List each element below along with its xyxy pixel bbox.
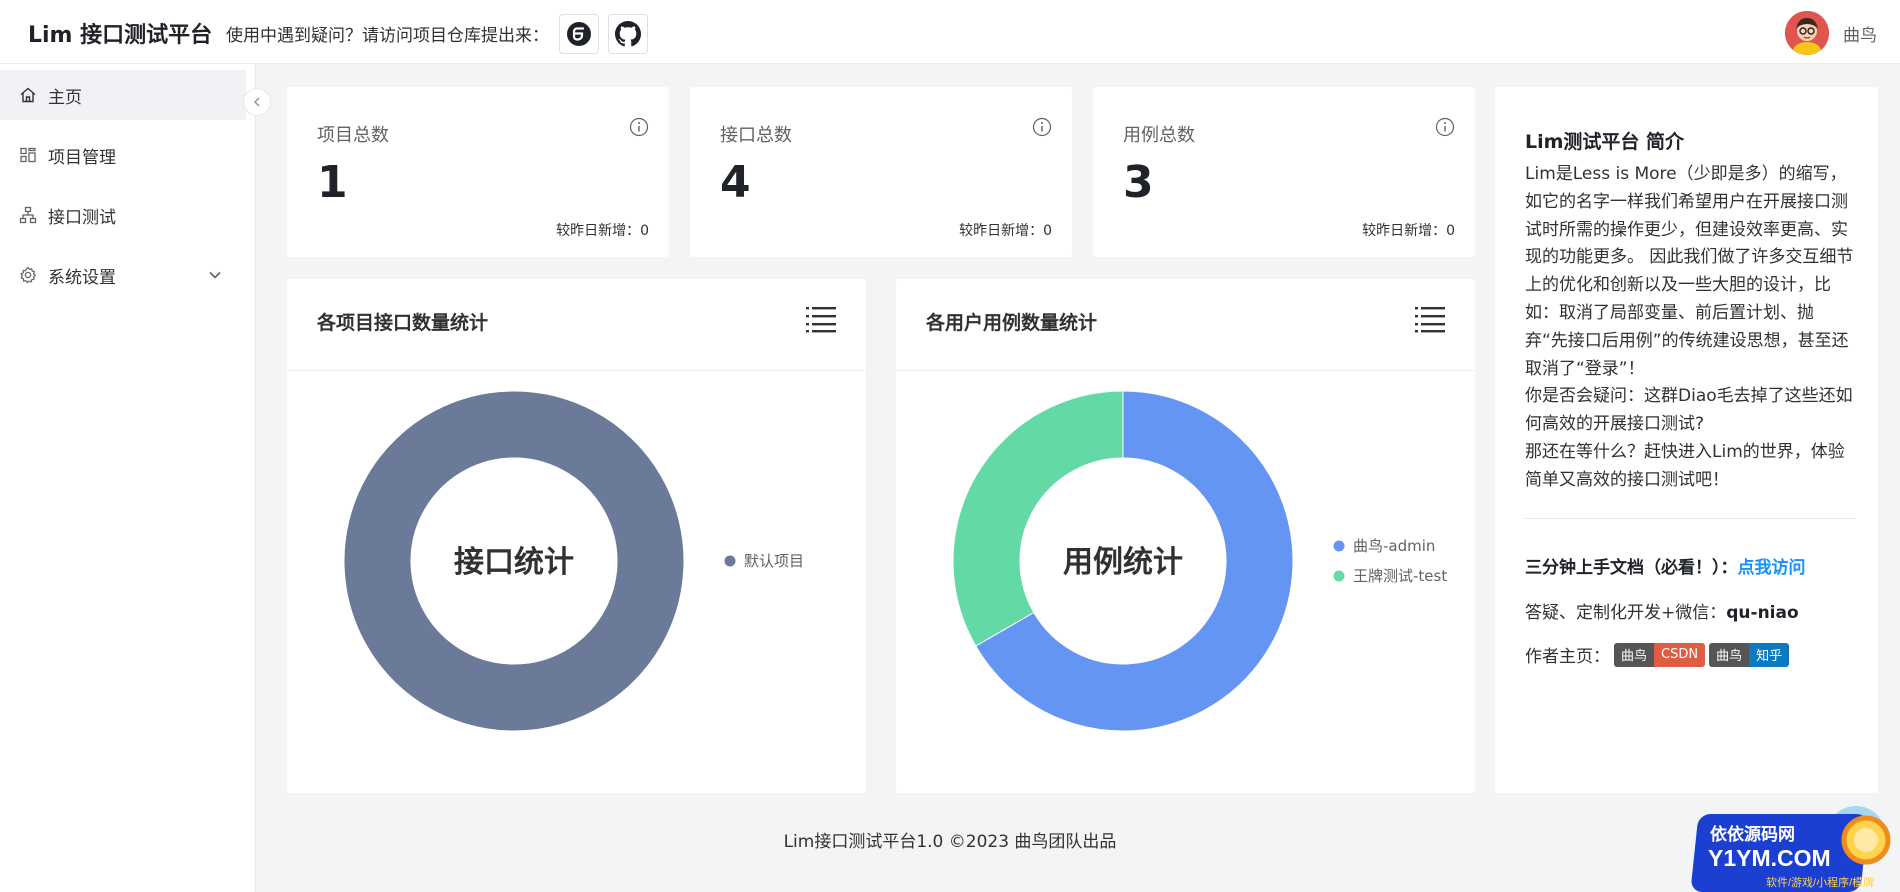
chart-card-case-count: 各用户用例数量统计 曲鸟-admin 王牌测试-test 用例统计 [896,279,1475,793]
author-line: 作者主页： 曲鸟 CSDN 曲鸟 知乎 [1525,642,1790,667]
badge-left-text: 曲鸟 [1614,642,1655,667]
sidebar-collapse-button[interactable] [243,88,271,116]
grid-icon [18,145,38,165]
stat-value: 4 [720,157,751,208]
gear-icon [18,265,38,285]
footer-copyright: Lim接口测试平台1.0 ©2023 曲鸟团队出品 [783,832,1117,852]
info-icon[interactable] [629,117,649,137]
doc-label: 三分钟上手文档（必看！）： [1525,558,1738,578]
stat-value: 3 [1123,157,1154,208]
stat-title: 用例总数 [1123,125,1195,146]
info-icon[interactable] [1032,117,1052,137]
badge-left-text: 曲鸟 [1709,642,1750,667]
watermark-line2: Y1YM.COM [1708,845,1831,871]
chart-title: 各用户用例数量统计 [926,312,1098,334]
sidebar-item-label: 系统设置 [48,267,116,288]
author-label: 作者主页： [1525,647,1610,667]
watermark-line3: 软件/游戏/小程序/模牌 [1766,875,1874,889]
zhihu-badge-link[interactable]: 曲鸟 知乎 [1709,642,1790,667]
wechat-id: qu-niao [1726,603,1799,623]
intro-body: Lim是Less is More（少即是多）的缩写，如它的名字一样我们希望用户在… [1525,161,1855,495]
intro-paragraph: 那还在等什么？赶快进入Lim的世界，体验简单又高效的接口测试吧！ [1525,441,1845,490]
chevron-left-icon [253,97,260,107]
github-icon [615,21,641,47]
intro-paragraph: 你是否会疑问：这群Diao毛去掉了这些还如何高效的开展接口测试? [1525,386,1853,435]
contact-label: 答疑、定制化开发+微信： [1525,603,1727,623]
legend-label[interactable]: 曲鸟-admin [1353,537,1435,555]
gitee-link-button[interactable] [559,14,599,54]
list-menu-icon[interactable] [1415,305,1445,333]
user-avatar[interactable] [1785,11,1829,55]
stat-card-projects: 项目总数 1 较昨日新增：0 [287,87,669,257]
sidebar-item-label: 项目管理 [48,147,116,168]
donut-slice[interactable] [952,390,1124,647]
sitemap-icon [18,205,38,225]
sidebar-item-settings[interactable]: 系统设置 [0,250,246,300]
help-text: 使用中遇到疑问？请访问项目仓库提出来： [226,26,549,46]
badge-right-text: CSDN [1654,642,1706,667]
stat-card-cases: 用例总数 3 较昨日新增：0 [1093,87,1475,257]
chart-card-api-count: 各项目接口数量统计 默认项目 接口统计 [287,279,866,793]
chart-title: 各项目接口数量统计 [317,312,489,334]
gitee-icon [567,22,591,46]
top-header: Lim 接口测试平台 使用中遇到疑问？请访问项目仓库提出来： 曲鸟 [0,0,1900,64]
intro-paragraph: Lim是Less is More（少即是多）的缩写，如它的名字一样我们希望用户在… [1525,164,1854,379]
intro-card: Lim测试平台 简介 Lim是Less is More（少即是多）的缩写，如它的… [1495,87,1878,793]
legend-label[interactable]: 王牌测试-test [1353,567,1447,585]
legend-marker [1333,540,1345,552]
donut-center-label: 接口统计 [454,545,574,580]
legend-marker [724,555,736,567]
list-menu-icon[interactable] [806,305,836,333]
app-title: Lim 接口测试平台 [28,23,213,48]
stat-card-apis: 接口总数 4 较昨日新增：0 [690,87,1072,257]
github-link-button[interactable] [608,14,648,54]
stat-new-today: 较昨日新增：0 [556,223,649,239]
chevron-down-icon [209,271,221,279]
divider [1525,518,1855,519]
sidebar-item-home[interactable]: 主页 [0,70,246,120]
legend-label[interactable]: 默认项目 [744,552,804,570]
watermark-logo: 依依源码网 Y1YM.COM 软件/游戏/小程序/模牌 [1680,800,1900,892]
user-name[interactable]: 曲鸟 [1843,21,1877,46]
badge-right-text: 知乎 [1749,642,1790,667]
donut-chart-api: 默认项目 接口统计 [343,390,804,732]
stat-title: 项目总数 [317,125,389,146]
legend-marker [1333,570,1345,582]
doc-link[interactable]: 点我访问 [1738,558,1806,578]
watermark-line1: 依依源码网 [1710,824,1795,844]
sidebar-item-projects[interactable]: 项目管理 [0,130,246,180]
csdn-badge-link[interactable]: 曲鸟 CSDN [1614,642,1706,667]
contact-line: 答疑、定制化开发+微信：qu-niao [1525,598,1799,623]
stat-title: 接口总数 [720,125,792,146]
doc-line: 三分钟上手文档（必看！）：点我访问 [1525,553,1806,578]
stat-value: 1 [317,157,348,208]
home-icon [18,85,38,105]
sidebar-item-api-test[interactable]: 接口测试 [0,190,246,240]
donut-center-label: 用例统计 [1063,545,1183,580]
sidebar-item-label: 接口测试 [48,207,116,228]
stat-new-today: 较昨日新增：0 [1362,223,1455,239]
info-icon[interactable] [1435,117,1455,137]
stat-new-today: 较昨日新增：0 [959,223,1052,239]
donut-chart-cases: 曲鸟-admin 王牌测试-test 用例统计 [952,390,1447,732]
intro-title: Lim测试平台 简介 [1525,131,1685,153]
sidebar: 主页 项目管理 接口测试 系统设置 [0,64,256,892]
sidebar-item-label: 主页 [48,87,82,108]
